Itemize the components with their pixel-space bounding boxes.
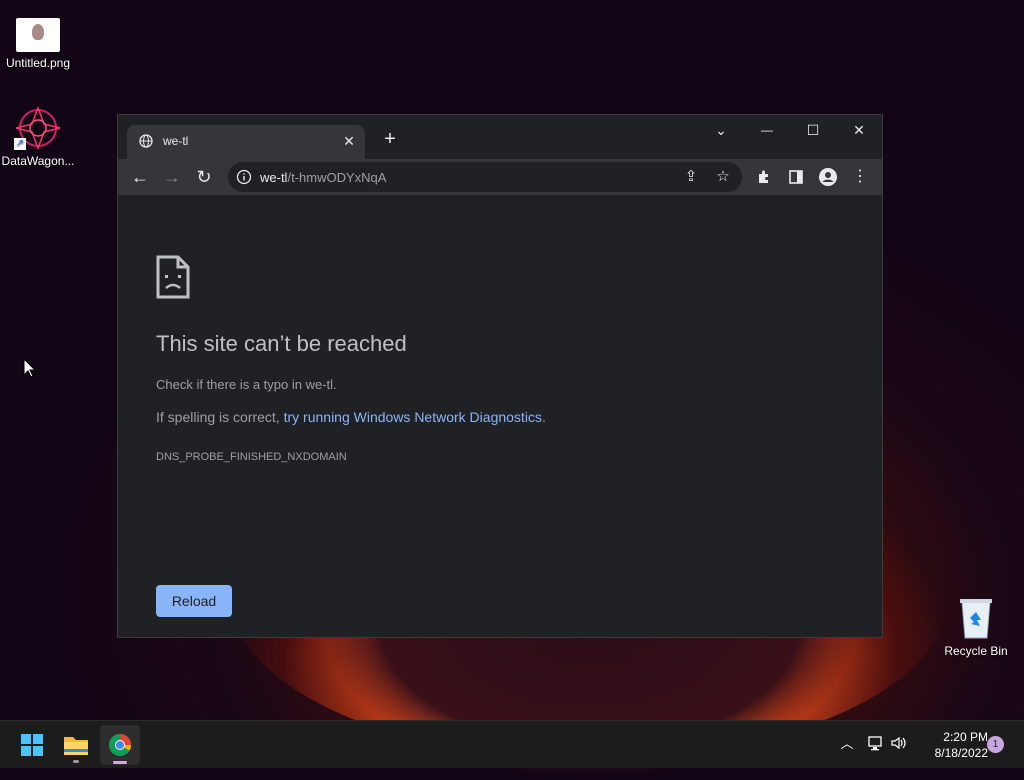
page-content: This site can’t be reached Check if ther… xyxy=(118,195,882,637)
error-suggestion-diagnostics: If spelling is correct, try running Wind… xyxy=(156,409,546,425)
file-explorer-icon xyxy=(64,737,88,755)
profile-icon[interactable] xyxy=(816,165,840,189)
star-icon[interactable]: ☆ xyxy=(714,168,732,186)
title-bar[interactable]: we-tl ✕ + ⌄ — ☐ ✕ xyxy=(118,115,882,159)
tab-title: we-tl xyxy=(163,134,189,148)
error-suggestion-suffix: . xyxy=(541,409,546,425)
forward-icon[interactable]: → xyxy=(160,165,184,189)
desktop-icon-datawagon[interactable]: ↗ DataWagon... xyxy=(0,105,76,168)
start-icon xyxy=(21,734,43,756)
clock-time: 2:20 PM xyxy=(943,730,988,744)
url-text[interactable]: we-tl/t-hmwODYxNqA xyxy=(260,170,386,185)
tab-we-tl[interactable]: we-tl ✕ xyxy=(127,125,365,159)
start-button[interactable] xyxy=(12,725,52,765)
active-indicator xyxy=(113,761,127,764)
reload-icon[interactable]: ↻ xyxy=(192,165,216,189)
desktop-icon-untitled[interactable]: Untitled.png xyxy=(0,18,76,70)
recycle-bin-icon xyxy=(958,596,994,640)
running-indicator xyxy=(73,760,79,763)
desktop-icon-recycle-bin[interactable]: Recycle Bin xyxy=(940,596,1012,658)
file-explorer-button[interactable] xyxy=(56,725,96,765)
sad-page-icon xyxy=(156,255,190,299)
close-button[interactable]: ✕ xyxy=(836,119,882,141)
notification-badge[interactable]: 1 xyxy=(987,736,1004,753)
address-bar[interactable]: we-tl/t-hmwODYxNqA ⇪ ☆ xyxy=(228,162,742,192)
maximize-button[interactable]: ☐ xyxy=(790,119,836,141)
taskbar: ︿ 2:20 PM 8/18/2022 1 xyxy=(0,720,1024,768)
info-icon[interactable] xyxy=(236,169,252,185)
url-path: /t-hmwODYxNqA xyxy=(287,170,387,185)
image-file-icon xyxy=(16,18,60,52)
clock[interactable]: 2:20 PM 8/18/2022 xyxy=(916,729,988,761)
menu-icon[interactable]: ⋮ xyxy=(848,165,872,189)
datawagon-icon: ↗ xyxy=(14,105,62,151)
error-suggestion-typo: Check if there is a typo in we-tl. xyxy=(156,377,337,392)
reload-button[interactable]: Reload xyxy=(156,585,232,617)
volume-icon[interactable] xyxy=(890,735,908,753)
minimize-button[interactable]: — xyxy=(744,119,790,141)
error-title: This site can’t be reached xyxy=(156,331,407,356)
mouse-cursor-icon xyxy=(23,357,37,378)
share-icon[interactable]: ⇪ xyxy=(682,168,700,186)
network-icon[interactable] xyxy=(866,735,884,753)
back-icon[interactable]: ← xyxy=(128,165,152,189)
desktop-icon-label: DataWagon... xyxy=(1,154,75,168)
error-code: DNS_PROBE_FINISHED_NXDOMAIN xyxy=(156,451,347,463)
browser-toolbar: ← → ↻ we-tl/t-hmwODYxNqA ⇪ ☆ ⋮ xyxy=(118,159,882,195)
extensions-icon[interactable] xyxy=(752,165,776,189)
clock-date: 8/18/2022 xyxy=(934,746,988,760)
url-host: we-tl xyxy=(260,170,288,185)
chevron-up-icon[interactable]: ︿ xyxy=(838,735,856,753)
side-panel-icon[interactable] xyxy=(784,165,808,189)
diagnostics-link[interactable]: try running Windows Network Diagnostics xyxy=(284,409,542,425)
chrome-button[interactable] xyxy=(100,725,140,765)
browser-window: we-tl ✕ + ⌄ — ☐ ✕ ← → ↻ we-tl/t-hmwODYxN… xyxy=(117,114,883,638)
shortcut-arrow-icon: ↗ xyxy=(14,138,26,150)
tab-close-icon[interactable]: ✕ xyxy=(341,133,357,149)
desktop-icon-label: Untitled.png xyxy=(5,56,71,70)
globe-icon xyxy=(139,134,153,148)
desktop-icon-label: Recycle Bin xyxy=(944,644,1008,658)
new-tab-button[interactable]: + xyxy=(380,129,400,149)
chrome-icon xyxy=(109,734,131,756)
tab-search-icon[interactable]: ⌄ xyxy=(698,119,744,141)
error-suggestion-prefix: If spelling is correct, xyxy=(156,409,284,425)
